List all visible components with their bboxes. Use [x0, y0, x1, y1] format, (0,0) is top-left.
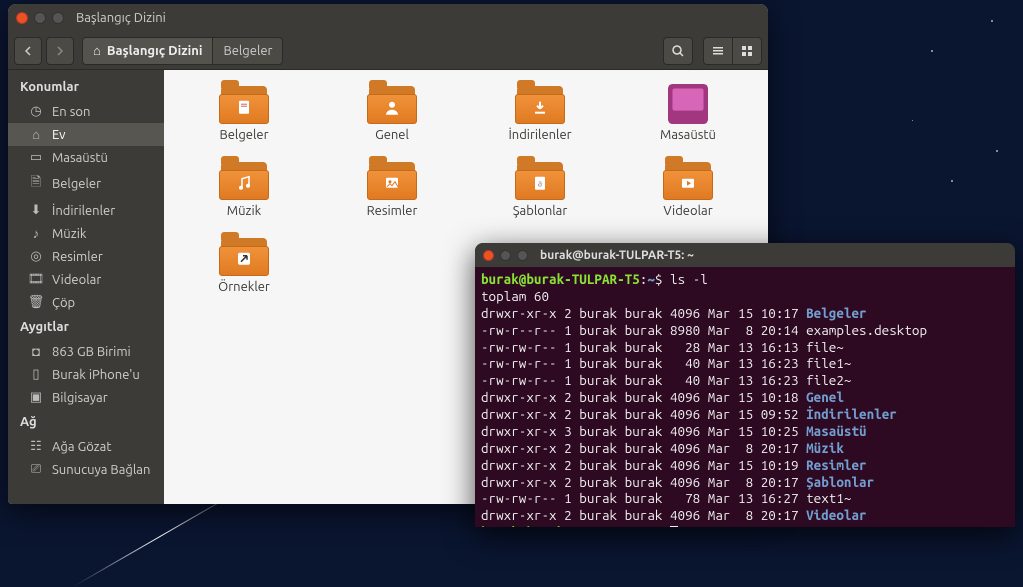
sidebar-network-header: Ağ	[8, 409, 164, 435]
view-list-button[interactable]	[703, 37, 733, 65]
sidebar-item-videos[interactable]: 🎞 Videolar	[8, 268, 164, 291]
folder-belgeler[interactable]: Belgeler	[174, 84, 314, 142]
folder-videolar[interactable]: Videolar	[618, 160, 758, 218]
terminal-window: burak@burak-TULPAR-T5: ~ burak@burak-TUL…	[475, 243, 1015, 527]
sidebar-item-pictures[interactable]: ◎ Resimler	[8, 245, 164, 268]
terminal-body[interactable]: burak@burak-TULPAR-T5:~$ ls -l toplam 60…	[475, 267, 1015, 527]
sidebar-item-documents[interactable]: 🗎 Belgeler	[8, 169, 164, 199]
computer-icon: ▣	[28, 390, 44, 405]
sidebar-item-label: Bilgisayar	[52, 391, 108, 405]
disk-icon: ◘	[28, 344, 44, 359]
folder-label: Belgeler	[220, 128, 269, 142]
folder-label: Örnekler	[218, 280, 270, 294]
folder-genel[interactable]: Genel	[322, 84, 462, 142]
sidebar-item-music[interactable]: ♪ Müzik	[8, 222, 164, 245]
sidebar-item-label: Müzik	[52, 227, 86, 241]
sidebar-item-label: Sunucuya Bağlan	[52, 463, 150, 477]
sidebar-item-computer[interactable]: ▣ Bilgisayar	[8, 386, 164, 409]
sidebar-item-volume[interactable]: ◘ 863 GB Birimi	[8, 340, 164, 363]
sidebar-devices-header: Aygıtlar	[8, 314, 164, 340]
server-icon: ⎚	[28, 462, 44, 477]
folder-müzik[interactable]: Müzik	[174, 160, 314, 218]
maximize-icon[interactable]	[517, 250, 528, 261]
folder-label: Genel	[375, 128, 409, 142]
sidebar-item-iphone[interactable]: ▯ Burak iPhone'u	[8, 363, 164, 386]
sidebar: Konumlar ◷ En son ⌂ Ev ▭ Masaüstü 🗎 Belgeler…	[8, 70, 164, 504]
back-button[interactable]	[14, 37, 42, 65]
path-home-label: Başlangıç Dizini	[107, 44, 203, 58]
home-icon: ⌂	[28, 127, 44, 142]
folder-i̇ndirilenler[interactable]: İndirilenler	[470, 84, 610, 142]
home-icon: ⌂	[93, 43, 101, 58]
path-home[interactable]: ⌂ Başlangıç Dizini	[82, 37, 213, 65]
maximize-icon[interactable]	[52, 12, 64, 24]
sidebar-item-recent[interactable]: ◷ En son	[8, 100, 164, 123]
sidebar-item-desktop[interactable]: ▭ Masaüstü	[8, 146, 164, 169]
clock-icon: ◷	[28, 104, 44, 119]
folder-şablonlar[interactable]: a Şablonlar	[470, 160, 610, 218]
close-icon[interactable]	[483, 250, 494, 261]
path-current-label: Belgeler	[223, 44, 272, 58]
sidebar-item-label: Belgeler	[52, 177, 101, 191]
minimize-icon[interactable]	[34, 12, 46, 24]
path-current[interactable]: Belgeler	[213, 37, 283, 65]
download-icon: ⬇	[28, 203, 44, 218]
terminal-titlebar[interactable]: burak@burak-TULPAR-T5: ~	[475, 243, 1015, 267]
forward-button[interactable]	[46, 37, 74, 65]
sidebar-item-label: Burak iPhone'u	[52, 368, 140, 382]
sidebar-item-label: Ağa Gözat	[52, 440, 111, 454]
desktop-icon: ▭	[28, 150, 44, 165]
sidebar-item-label: Ev	[52, 128, 65, 142]
sidebar-item-downloads[interactable]: ⬇ İndirilenler	[8, 199, 164, 222]
folder-resimler[interactable]: Resimler	[322, 160, 462, 218]
sidebar-places-header: Konumlar	[8, 74, 164, 100]
folder-label: Şablonlar	[513, 204, 568, 218]
svg-text:a: a	[538, 179, 543, 189]
music-icon: ♪	[28, 226, 44, 241]
folder-label: İndirilenler	[508, 128, 571, 142]
sidebar-item-label: 863 GB Birimi	[52, 345, 131, 359]
sidebar-item-label: Masaüstü	[52, 151, 108, 165]
trash-icon: 🗑	[28, 295, 44, 310]
terminal-title: burak@burak-TULPAR-T5: ~	[540, 249, 694, 262]
search-button[interactable]	[663, 37, 693, 65]
folder-label: Resimler	[367, 204, 418, 218]
view-grid-button[interactable]	[732, 37, 762, 65]
folder-label: Müzik	[227, 204, 261, 218]
sidebar-item-label: Resimler	[52, 250, 103, 264]
folder-masaüstü[interactable]: Masaüstü	[618, 84, 758, 142]
phone-icon: ▯	[28, 367, 44, 382]
minimize-icon[interactable]	[500, 250, 511, 261]
sidebar-item-label: Videolar	[52, 273, 101, 287]
sidebar-item-label: En son	[52, 105, 90, 119]
sidebar-item-home[interactable]: ⌂ Ev	[8, 123, 164, 146]
close-icon[interactable]	[16, 12, 28, 24]
sidebar-item-label: İndirilenler	[52, 204, 115, 218]
video-icon: 🎞	[28, 272, 44, 287]
breadcrumb: ⌂ Başlangıç Dizini Belgeler	[82, 37, 283, 65]
fm-titlebar[interactable]: Başlangıç Dizini	[8, 4, 768, 32]
folder-örnekler[interactable]: Örnekler	[174, 236, 314, 294]
camera-icon: ◎	[28, 249, 44, 264]
folder-label: Videolar	[663, 204, 712, 218]
fm-toolbar: ⌂ Başlangıç Dizini Belgeler	[8, 32, 768, 70]
document-icon: 🗎	[28, 173, 44, 195]
sidebar-item-browse-network[interactable]: ☷ Ağa Gözat	[8, 435, 164, 458]
network-icon: ☷	[28, 439, 44, 454]
sidebar-item-label: Çöp	[52, 296, 75, 310]
sidebar-item-trash[interactable]: 🗑 Çöp	[8, 291, 164, 314]
window-title: Başlangıç Dizini	[76, 11, 166, 25]
folder-label: Masaüstü	[660, 128, 716, 142]
sidebar-item-connect-server[interactable]: ⎚ Sunucuya Bağlan	[8, 458, 164, 481]
